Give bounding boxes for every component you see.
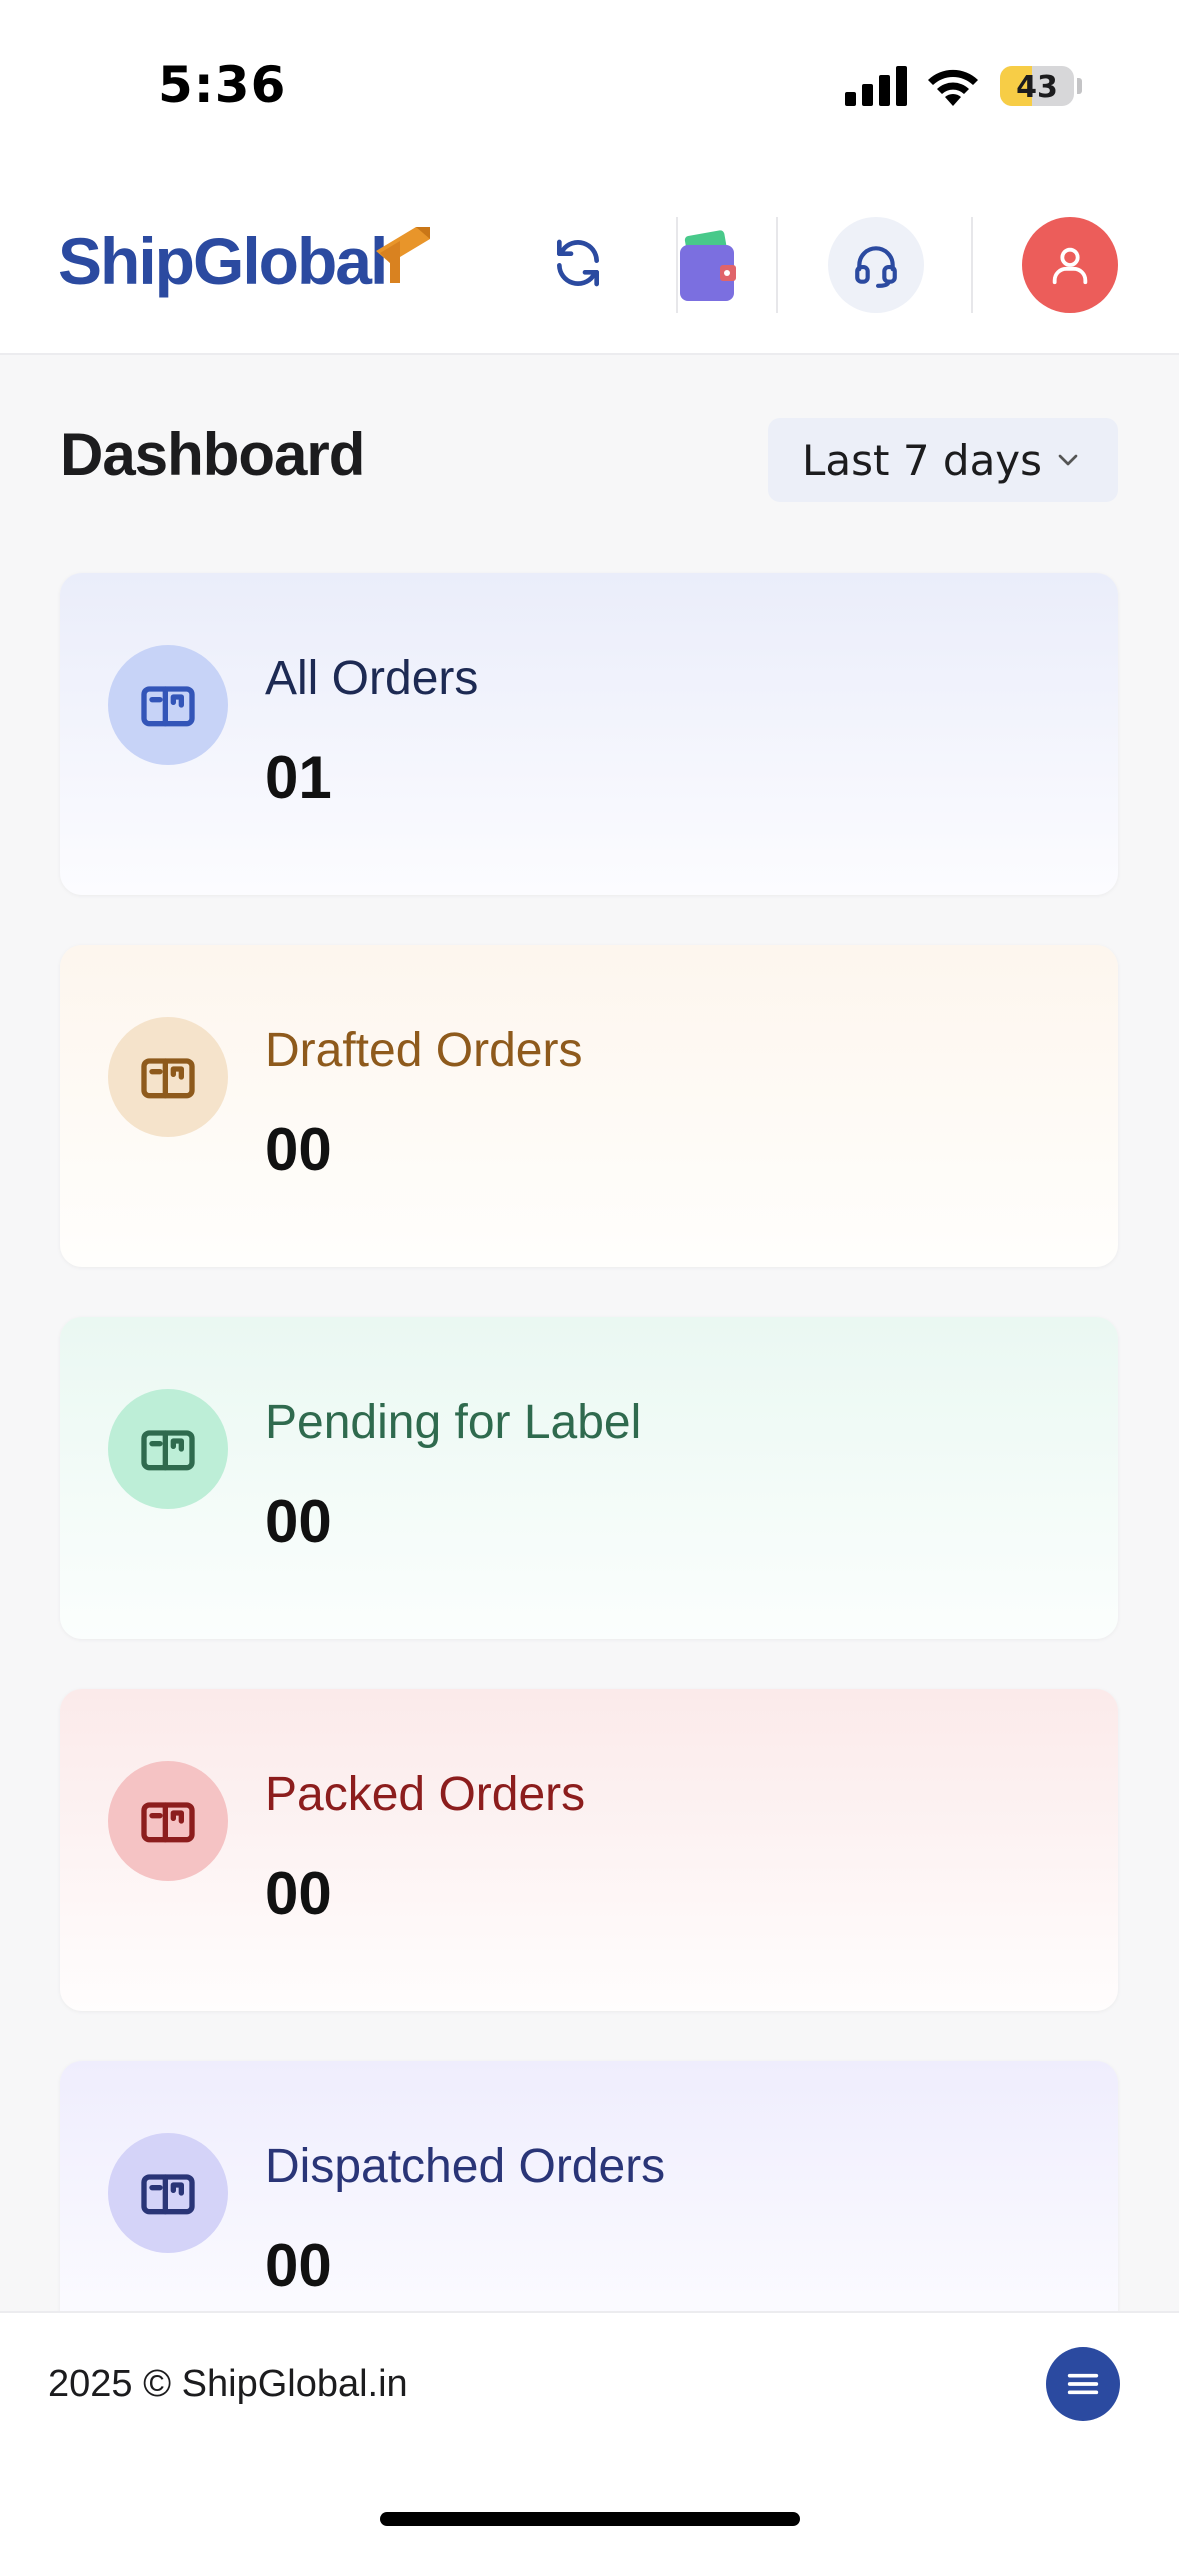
card-icon-circle bbox=[108, 2133, 228, 2253]
refresh-icon bbox=[557, 239, 599, 287]
card-label: Drafted Orders bbox=[265, 1024, 583, 1077]
package-icon bbox=[141, 686, 195, 727]
card-icon-circle bbox=[108, 1017, 228, 1137]
profile-button[interactable] bbox=[1022, 217, 1118, 313]
wifi-icon bbox=[928, 69, 978, 106]
card-value: 00 bbox=[265, 1488, 332, 1555]
period-dropdown[interactable]: Last 7 days bbox=[768, 418, 1118, 502]
card-label: Pending for Label bbox=[265, 1396, 642, 1449]
card-value: 00 bbox=[265, 2232, 332, 2299]
pending-for-label-card[interactable]: Pending for Label 00 bbox=[60, 1317, 1118, 1639]
page-title: Dashboard bbox=[60, 421, 365, 488]
card-icon-circle bbox=[108, 645, 228, 765]
card-label: Packed Orders bbox=[265, 1768, 586, 1821]
card-value: 01 bbox=[265, 744, 332, 811]
package-icon bbox=[141, 1430, 195, 1471]
card-icon-circle bbox=[108, 1761, 228, 1881]
user-icon bbox=[1052, 247, 1088, 285]
shipglobal-logo[interactable]: ShipGlobal bbox=[58, 223, 430, 303]
cellular-signal-icon bbox=[845, 66, 907, 106]
card-label: Dispatched Orders bbox=[265, 2140, 666, 2193]
battery-tip bbox=[1077, 78, 1082, 94]
home-indicator[interactable] bbox=[380, 2512, 800, 2526]
packed-orders-card[interactable]: Packed Orders 00 bbox=[60, 1689, 1118, 2011]
status-time: 5:36 bbox=[158, 56, 287, 114]
menu-button[interactable] bbox=[1046, 2347, 1120, 2421]
period-dropdown-value: Last 7 days bbox=[802, 435, 1043, 485]
copyright-text: 2025 © ShipGlobal.in bbox=[48, 2363, 408, 2405]
dispatched-orders-card[interactable]: Dispatched Orders 00 bbox=[60, 2061, 1118, 2321]
card-label: All Orders bbox=[265, 652, 479, 705]
card-value: 00 bbox=[265, 1860, 332, 1927]
chevron-down-icon bbox=[1058, 454, 1078, 466]
package-icon bbox=[141, 1802, 195, 1843]
headset-icon bbox=[855, 246, 897, 288]
support-button[interactable] bbox=[828, 217, 924, 313]
battery-level: 43 bbox=[1016, 70, 1058, 105]
header-divider bbox=[776, 217, 778, 313]
battery-indicator: 43 bbox=[1000, 66, 1074, 106]
drafted-orders-card[interactable]: Drafted Orders 00 bbox=[60, 945, 1118, 1267]
refresh-button[interactable] bbox=[550, 235, 606, 291]
package-icon bbox=[141, 1058, 195, 1099]
package-icon bbox=[141, 2174, 195, 2215]
card-icon-circle bbox=[108, 1389, 228, 1509]
logo-arrow-icon bbox=[376, 227, 430, 283]
app-header: ShipGlobal bbox=[0, 175, 1179, 355]
wallet-icon bbox=[680, 230, 736, 301]
all-orders-card[interactable]: All Orders 01 bbox=[60, 573, 1118, 895]
card-value: 00 bbox=[265, 1116, 332, 1183]
status-bar: 5:36 43 bbox=[0, 0, 1179, 175]
wallet-button[interactable] bbox=[672, 225, 744, 305]
header-divider bbox=[971, 217, 973, 313]
hamburger-menu-icon bbox=[1067, 2373, 1099, 2395]
